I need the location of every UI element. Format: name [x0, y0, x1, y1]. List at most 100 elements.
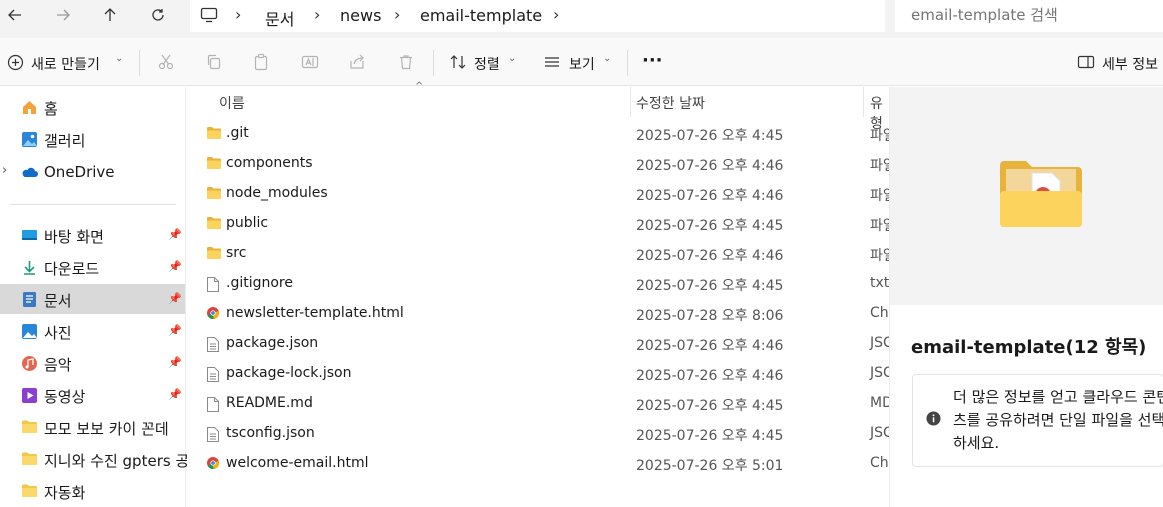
file-name: tsconfig.json [226, 425, 315, 441]
table-row[interactable]: public 2025-07-26 오후 4:45 파일 [187, 209, 896, 239]
file-name: welcome-email.html [226, 455, 369, 471]
pin-icon[interactable]: 📌 [168, 260, 182, 273]
folder-icon [206, 216, 222, 232]
table-row[interactable]: package-lock.json 2025-07-26 오후 4:46 JSC [187, 359, 893, 389]
pictures-icon [21, 323, 38, 340]
paste-icon[interactable] [250, 51, 272, 73]
file-icon [206, 396, 222, 412]
sidebar-item-desktop[interactable]: 바탕 화면 📌 [0, 220, 185, 250]
chevron-down-icon: ⌄ [115, 53, 124, 64]
table-row[interactable]: package.json 2025-07-26 오후 4:46 JSC [187, 329, 893, 359]
new-button[interactable]: 새로 만들기 [31, 54, 100, 74]
column-header-date[interactable]: 수정한 날짜 [636, 93, 705, 113]
file-date: 2025-07-28 오후 8:06 [636, 308, 784, 324]
table-row[interactable]: README.md 2025-07-26 오후 4:45 MD [187, 389, 893, 419]
table-row[interactable]: src 2025-07-26 오후 4:46 파일 [187, 239, 896, 269]
table-row[interactable]: components 2025-07-26 오후 4:46 파일 [187, 149, 896, 179]
table-row[interactable]: newsletter-template.html 2025-07-28 오후 8:… [187, 299, 889, 329]
search-input[interactable] [911, 6, 1151, 24]
sidebar-item-folder-automation[interactable]: 자동화 [0, 476, 185, 506]
share-icon[interactable] [346, 51, 368, 73]
file-name: README.md [226, 395, 313, 411]
sort-icon [447, 51, 469, 73]
back-button[interactable] [0, 4, 30, 26]
breadcrumb-item-documents[interactable]: 문서 [265, 6, 294, 30]
file-date: 2025-07-26 오후 4:46 [636, 188, 784, 204]
info-box: 더 많은 정보를 얻고 클라우드 콘텐츠를 공유하려면 단일 파일을 선택하세요… [912, 374, 1163, 467]
chevron-down-icon: ⌄ [508, 53, 517, 64]
sort-button[interactable]: 정렬 [474, 54, 500, 74]
file-name: package-lock.json [226, 365, 352, 381]
column-header-name[interactable]: 이름 [219, 93, 245, 113]
sidebar-item-home[interactable]: 홈 [0, 92, 185, 122]
text-file-icon [206, 366, 222, 382]
sidebar-item-pictures[interactable]: 사진 📌 [0, 316, 185, 346]
table-row[interactable]: tsconfig.json 2025-07-26 오후 4:45 JSC [187, 419, 893, 449]
sidebar-item-documents[interactable]: 문서 📌 [0, 284, 185, 314]
info-icon [926, 411, 941, 426]
file-name: public [226, 215, 269, 231]
text-file-icon [206, 426, 222, 442]
breadcrumb-item-email-template[interactable]: email-template [420, 6, 542, 25]
forward-button[interactable] [48, 4, 78, 26]
search-box[interactable] [895, 0, 1163, 32]
details-button[interactable]: 세부 정보 [1102, 54, 1158, 74]
address-bar[interactable]: › 문서 › news › email-template › [190, 0, 885, 32]
file-date: 2025-07-26 오후 4:45 [636, 278, 784, 294]
column-divider[interactable] [630, 87, 631, 117]
details-title: email-template(12 항목) [911, 337, 1147, 358]
chevron-right-icon[interactable]: › [553, 5, 559, 24]
file-date: 2025-07-26 오후 4:46 [636, 158, 784, 174]
sidebar-item-label: 동영상 [44, 388, 86, 406]
folder-icon [21, 451, 38, 468]
document-icon [21, 291, 38, 308]
file-name: newsletter-template.html [226, 305, 404, 321]
details-pane-icon [1075, 51, 1097, 73]
sidebar-item-videos[interactable]: 동영상 📌 [0, 380, 185, 410]
command-bar: 새로 만들기 ⌄ 정렬 ⌄ 보기 ⌄ ··· 세부 정보 [0, 38, 1163, 86]
table-row[interactable]: node_modules 2025-07-26 오후 4:46 파일 [187, 179, 896, 209]
refresh-icon [150, 7, 166, 23]
sidebar-item-folder-jini[interactable]: 지니와 수진 gpters 공 [0, 444, 189, 474]
folder-preview-icon [998, 157, 1084, 229]
file-date: 2025-07-26 오후 5:01 [636, 458, 784, 474]
text-file-icon [206, 336, 222, 352]
view-button[interactable]: 보기 [569, 54, 595, 74]
pin-icon[interactable]: 📌 [168, 228, 182, 241]
toolbar-divider [433, 50, 434, 76]
sidebar-item-onedrive[interactable]: › OneDrive [0, 157, 185, 187]
music-icon [21, 355, 38, 372]
chevron-right-icon: › [394, 5, 401, 24]
rename-icon[interactable] [299, 51, 321, 73]
sidebar-item-gallery[interactable]: 갤러리 [0, 124, 185, 154]
pin-icon[interactable]: 📌 [168, 324, 182, 337]
preview-area [890, 87, 1163, 305]
sidebar-item-label: 모모 보보 카이 꼰데 [44, 420, 169, 438]
file-name: src [226, 245, 247, 261]
chevron-right-icon[interactable]: › [2, 163, 7, 178]
delete-icon[interactable] [395, 51, 417, 73]
table-row[interactable]: .git 2025-07-26 오후 4:45 파일 [187, 119, 896, 149]
sidebar-item-downloads[interactable]: 다운로드 📌 [0, 252, 185, 282]
more-options-button[interactable]: ··· [642, 50, 663, 71]
sidebar-item-music[interactable]: 음악 📌 [0, 348, 185, 378]
folder-icon [206, 246, 222, 262]
refresh-button[interactable] [143, 4, 173, 26]
pin-icon[interactable]: 📌 [168, 356, 182, 369]
sidebar-item-label: 지니와 수진 gpters 공 [44, 452, 190, 470]
up-button[interactable] [95, 4, 125, 26]
folder-icon [21, 419, 38, 436]
cut-icon[interactable] [155, 51, 177, 73]
table-row[interactable]: .gitignore 2025-07-26 오후 4:45 txt [187, 269, 889, 299]
copy-icon[interactable] [203, 51, 225, 73]
view-icon [541, 51, 563, 73]
column-divider[interactable] [863, 87, 864, 117]
pin-icon[interactable]: 📌 [168, 388, 182, 401]
pin-icon[interactable]: 📌 [168, 292, 182, 305]
file-type: Ch [870, 455, 889, 471]
breadcrumb-item-news[interactable]: news [340, 6, 381, 25]
table-row[interactable]: welcome-email.html 2025-07-26 오후 5:01 Ch [187, 449, 889, 479]
sidebar-item-folder-momo[interactable]: 모모 보보 카이 꼰데 [0, 412, 185, 442]
chrome-icon [206, 456, 222, 472]
plus-circle-icon [4, 51, 26, 73]
